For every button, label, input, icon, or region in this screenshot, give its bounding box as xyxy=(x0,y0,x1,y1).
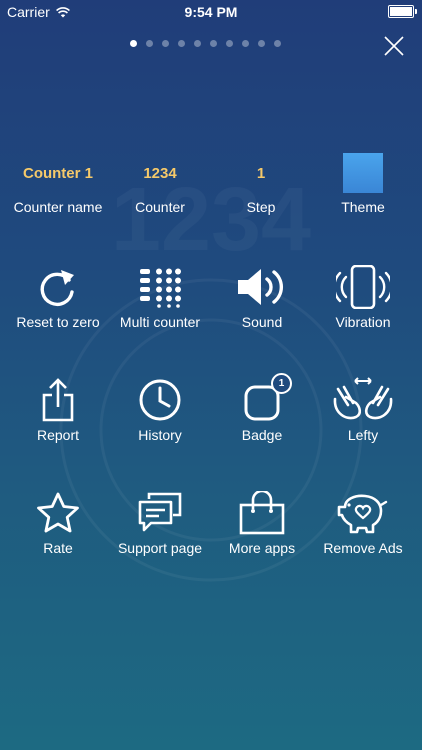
badge-label: Badge xyxy=(241,427,283,443)
page-dot[interactable] xyxy=(130,40,137,47)
step-setting[interactable]: 1 Step xyxy=(211,153,311,216)
more-apps-button[interactable]: More apps xyxy=(207,490,317,556)
theme-label: Theme xyxy=(341,199,385,215)
remove-ads-label: Remove Ads xyxy=(323,540,403,556)
rate-button[interactable]: Rate xyxy=(3,490,113,556)
page-dot[interactable] xyxy=(242,40,249,47)
page-dot[interactable] xyxy=(274,40,281,47)
counter-setting[interactable]: 1234 Counter xyxy=(110,153,210,216)
background-watermark: 1234 xyxy=(59,170,363,582)
actions-row: Report History 1 Badge Lefty xyxy=(0,373,422,457)
hands-icon xyxy=(333,377,393,420)
theme-setting[interactable]: Theme xyxy=(313,153,413,215)
rate-label: Rate xyxy=(43,540,73,556)
multi-counter-button[interactable]: Multi counter xyxy=(105,264,215,330)
page-indicator[interactable] xyxy=(130,40,281,47)
page-dot[interactable] xyxy=(194,40,201,47)
counter-name-label: Counter name xyxy=(13,199,103,215)
history-label: History xyxy=(138,427,182,443)
actions-row: Rate Support page More apps Remove Ads xyxy=(0,490,422,570)
piggy-bank-icon xyxy=(337,494,388,534)
share-icon xyxy=(42,378,74,422)
lefty-label: Lefty xyxy=(347,427,379,443)
close-button[interactable] xyxy=(383,35,405,57)
page-dot[interactable] xyxy=(162,40,169,47)
report-label: Report xyxy=(36,427,80,443)
counter-name-value: Counter 1 xyxy=(22,164,93,182)
reset-to-zero-button[interactable]: Reset to zero xyxy=(3,264,113,330)
actions-row: Reset to zero Multi counter Sound Vibrat… xyxy=(0,264,422,344)
counter-value: 1234 xyxy=(143,164,177,182)
step-value: 1 xyxy=(256,164,266,182)
sound-icon xyxy=(238,269,284,305)
star-icon xyxy=(37,492,79,533)
status-bar: Carrier 9:54 PM xyxy=(0,0,422,24)
badge-button[interactable]: 1 Badge xyxy=(207,373,317,443)
counter-label: Counter xyxy=(135,199,185,215)
page-dot[interactable] xyxy=(210,40,217,47)
support-page-label: Support page xyxy=(117,540,203,556)
vibration-label: Vibration xyxy=(335,314,391,330)
theme-swatch[interactable] xyxy=(343,153,383,193)
clock-time: 9:54 PM xyxy=(184,4,238,20)
chat-icon xyxy=(138,492,182,532)
report-button[interactable]: Report xyxy=(3,377,113,443)
history-button[interactable]: History xyxy=(105,377,215,443)
lefty-button[interactable]: Lefty xyxy=(308,377,418,443)
reset-to-zero-label: Reset to zero xyxy=(16,314,100,330)
counter-name-setting[interactable]: Counter 1 Counter name xyxy=(8,153,108,216)
step-label: Step xyxy=(246,199,276,215)
page-dot[interactable] xyxy=(226,40,233,47)
clock-icon xyxy=(139,379,181,421)
counter-settings-row: Counter 1 Counter name 1234 Counter 1 St… xyxy=(0,153,422,223)
multi-counter-label: Multi counter xyxy=(119,314,201,330)
page-dot[interactable] xyxy=(146,40,153,47)
page-dot[interactable] xyxy=(178,40,185,47)
reset-icon xyxy=(40,270,74,306)
close-icon xyxy=(384,36,404,56)
multi-counter-icon xyxy=(140,268,181,308)
vibration-icon xyxy=(336,265,390,309)
vibration-button[interactable]: Vibration xyxy=(308,264,418,330)
remove-ads-button[interactable]: Remove Ads xyxy=(308,490,418,556)
battery-icon xyxy=(388,5,417,18)
more-apps-label: More apps xyxy=(228,540,296,556)
page-dot[interactable] xyxy=(258,40,265,47)
badge-count: 1 xyxy=(271,373,292,394)
shopping-bag-icon xyxy=(239,491,285,535)
sound-button[interactable]: Sound xyxy=(207,264,317,330)
support-page-button[interactable]: Support page xyxy=(105,490,215,556)
sound-label: Sound xyxy=(241,314,283,330)
